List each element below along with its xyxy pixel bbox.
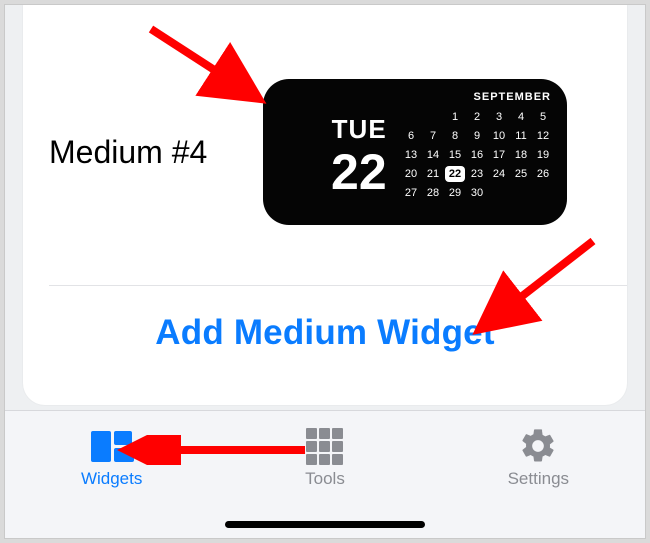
tab-settings[interactable]: Settings: [458, 427, 618, 489]
calendar-day-cell: 23: [467, 166, 487, 182]
widget-option-card: Medium #4 TUE 22 SEPTEMBER 1234567891011…: [23, 4, 627, 405]
calendar-widget-preview: TUE 22 SEPTEMBER 12345678910111213141516…: [263, 79, 567, 225]
calendar-day-cell: 6: [401, 128, 421, 144]
tab-tools-label: Tools: [305, 469, 345, 489]
calendar-day-cell: 25: [511, 166, 531, 182]
calendar-day-cell: 17: [489, 147, 509, 163]
calendar-day-cell: 16: [467, 147, 487, 163]
calendar-day-cell: [511, 185, 531, 201]
widget-option-row[interactable]: Medium #4 TUE 22 SEPTEMBER 1234567891011…: [23, 37, 627, 267]
calendar-day-cell: 11: [511, 128, 531, 144]
gear-icon: [516, 427, 560, 465]
widget-date-number: 22: [331, 147, 387, 197]
calendar-day-cell: [423, 109, 443, 125]
calendar-day-cell: 13: [401, 147, 421, 163]
calendar-day-cell: 12: [533, 128, 553, 144]
tab-settings-label: Settings: [508, 469, 569, 489]
calendar-day-cell: 20: [401, 166, 421, 182]
widget-option-label: Medium #4: [49, 134, 259, 171]
calendar-day-cell: 8: [445, 128, 465, 144]
calendar-day-cell: 5: [533, 109, 553, 125]
calendar-day-cell: [533, 185, 553, 201]
calendar-day-cell: 7: [423, 128, 443, 144]
add-medium-widget-button[interactable]: Add Medium Widget: [23, 285, 627, 381]
calendar-day-cell: 19: [533, 147, 553, 163]
calendar-day-cell: 2: [467, 109, 487, 125]
widget-day-abbr: TUE: [332, 114, 387, 145]
calendar-day-cell: 27: [401, 185, 421, 201]
tab-tools[interactable]: Tools: [245, 427, 405, 489]
widget-calendar-grid: 1234567891011121314151617181920212223242…: [399, 109, 553, 201]
calendar-day-cell: 18: [511, 147, 531, 163]
widget-date-block: TUE 22: [263, 79, 391, 225]
tools-grid-icon: [303, 427, 347, 465]
widget-month-calendar: SEPTEMBER 123456789101112131415161718192…: [391, 79, 567, 225]
calendar-day-cell: 15: [445, 147, 465, 163]
widgets-icon: [90, 427, 134, 465]
calendar-day-cell: [489, 185, 509, 201]
calendar-day-cell: 10: [489, 128, 509, 144]
calendar-day-cell: 1: [445, 109, 465, 125]
calendar-day-cell: 28: [423, 185, 443, 201]
calendar-day-cell: 24: [489, 166, 509, 182]
calendar-day-cell: 30: [467, 185, 487, 201]
calendar-day-cell: 3: [489, 109, 509, 125]
tab-bar: Widgets Tools Settings: [5, 410, 645, 538]
calendar-day-cell: 29: [445, 185, 465, 201]
calendar-day-cell: 4: [511, 109, 531, 125]
calendar-day-cell: [401, 109, 421, 125]
calendar-day-cell: 9: [467, 128, 487, 144]
widget-month-label: SEPTEMBER: [399, 91, 553, 103]
calendar-day-cell: 14: [423, 147, 443, 163]
tab-widgets-label: Widgets: [81, 469, 142, 489]
home-indicator[interactable]: [225, 521, 425, 528]
calendar-day-cell: 22: [445, 166, 465, 182]
calendar-day-cell: 26: [533, 166, 553, 182]
calendar-day-cell: 21: [423, 166, 443, 182]
tab-widgets[interactable]: Widgets: [32, 427, 192, 489]
